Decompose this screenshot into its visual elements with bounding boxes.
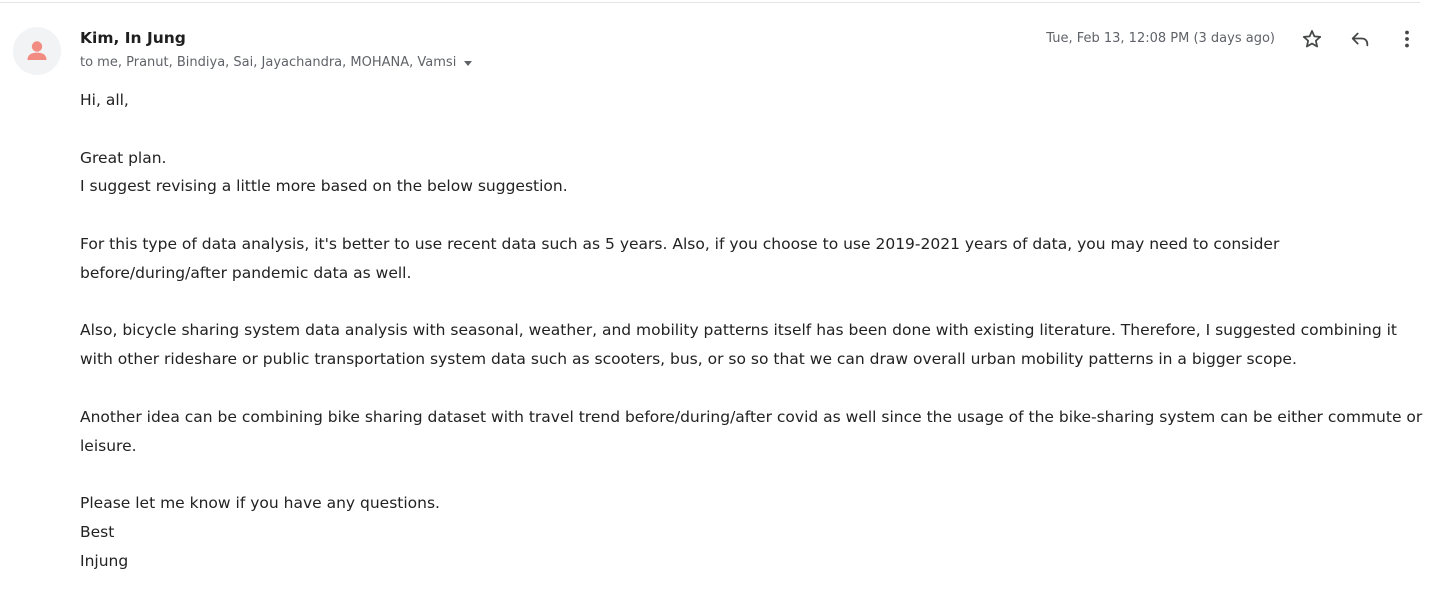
body-paragraph-1-line-2: I suggest revising a little more based o… [80, 177, 568, 196]
body-greeting: Hi, all, [80, 91, 129, 109]
body-paragraph-4: Another idea can be combining bike shari… [80, 407, 1423, 455]
person-avatar-icon [27, 41, 47, 60]
sender-avatar[interactable] [13, 27, 61, 75]
body-signature: Injung [80, 551, 129, 570]
body-paragraph-2: For this type of data analysis, it's bet… [80, 234, 1280, 282]
caret-down-icon[interactable] [464, 60, 473, 66]
reply-icon [1351, 32, 1369, 47]
message-body: Hi, all, Great plan. I suggest revising … [80, 86, 1425, 576]
star-outline-icon [1302, 30, 1322, 48]
reply-button[interactable] [1348, 27, 1372, 51]
more-vertical-icon [1405, 30, 1409, 48]
message-timestamp: Tue, Feb 13, 12:08 PM (3 days ago) [1046, 31, 1275, 46]
body-paragraph-3: Also, bicycle sharing system data analys… [80, 321, 1397, 369]
sender-name[interactable]: Kim, In Jung [80, 28, 186, 48]
body-paragraph-1-line-1: Great plan. [80, 148, 167, 167]
body-closing-line-2: Best [80, 522, 115, 541]
body-closing-line-1: Please let me know if you have any quest… [80, 494, 440, 513]
more-options-button[interactable] [1395, 27, 1419, 51]
recipients-text: to me, Pranut, Bindiya, Sai, Jayachandra… [80, 55, 457, 70]
recipients-line: to me, Pranut, Bindiya, Sai, Jayachandra… [80, 54, 473, 72]
star-button[interactable] [1300, 27, 1324, 51]
top-divider [0, 2, 1420, 3]
